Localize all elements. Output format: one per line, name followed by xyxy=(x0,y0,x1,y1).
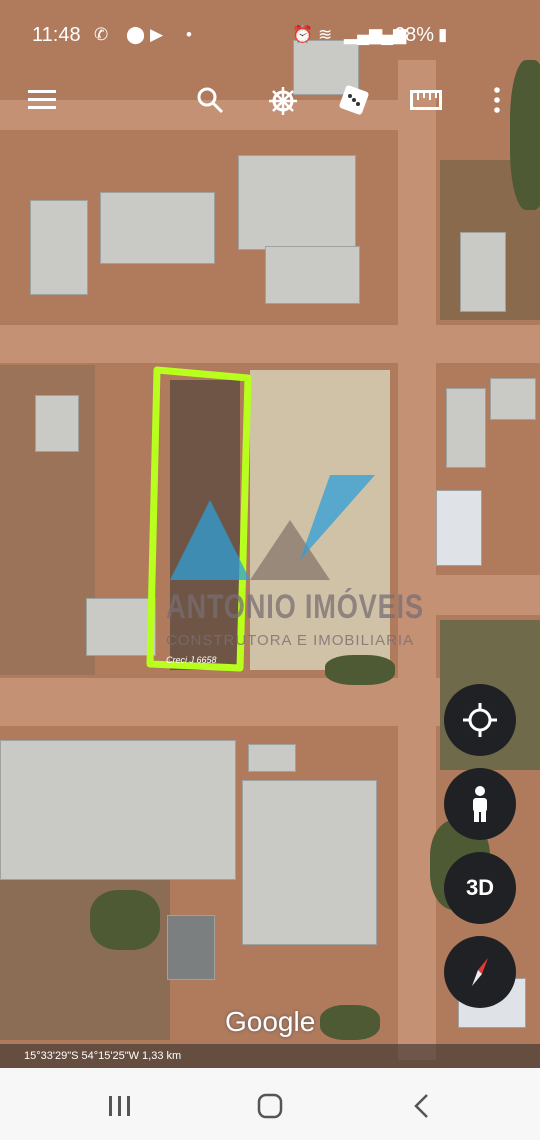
compass-button[interactable] xyxy=(444,936,516,1008)
dot-icon: • xyxy=(186,25,192,44)
menu-icon[interactable] xyxy=(28,88,56,110)
youtube-icon: ▶ xyxy=(150,25,164,44)
watermark-company: ANTONIO IMÓVEIS xyxy=(166,588,424,626)
google-logo: Google xyxy=(225,1006,316,1037)
battery-level: 68% xyxy=(394,24,435,46)
voyager-icon[interactable] xyxy=(268,86,298,116)
recents-button[interactable] xyxy=(100,1088,140,1124)
clock: 11:48 xyxy=(32,24,81,46)
wifi-icon: ≋ xyxy=(318,25,333,44)
three-d-button[interactable]: 3D xyxy=(444,852,516,924)
three-d-label: 3D xyxy=(465,875,495,900)
watermark-license: Creci J 6658 xyxy=(166,655,217,665)
feeling-lucky-icon[interactable] xyxy=(338,84,370,116)
recents-icon xyxy=(109,1096,130,1116)
search-icon[interactable] xyxy=(196,86,224,114)
navigation-bar xyxy=(0,1068,540,1140)
alarm-icon: ⏰ xyxy=(292,25,314,44)
status-bar: 11:48 ✆ ⬤ ▶ • ⏰ ≋ ▂▄▆ ▂▄▆ 68% ▮ xyxy=(0,14,540,58)
measure-icon[interactable] xyxy=(410,90,442,110)
home-button[interactable] xyxy=(250,1088,290,1124)
watermark-subtitle: CONSTRUTORA E IMOBILIARIA xyxy=(166,632,415,649)
watermark-logo xyxy=(170,475,375,580)
my-location-button[interactable] xyxy=(444,684,516,756)
location-icon: ⬤ xyxy=(126,25,146,44)
back-icon xyxy=(414,1094,428,1118)
back-button[interactable] xyxy=(402,1088,442,1124)
compass-icon xyxy=(472,958,488,986)
whatsapp-icon: ✆ xyxy=(94,25,109,44)
battery-icon: ▮ xyxy=(438,25,448,44)
home-icon xyxy=(257,1093,283,1119)
street-view-icon xyxy=(473,786,487,822)
more-icon[interactable] xyxy=(492,86,502,114)
coordinates-text: 15°33'29"S 54°15'25"W 1,33 km xyxy=(24,1050,182,1062)
my-location-icon xyxy=(463,703,497,737)
coordinates-bar: 15°33'29"S 54°15'25"W 1,33 km xyxy=(0,1044,540,1068)
street-view-button[interactable] xyxy=(444,768,516,840)
